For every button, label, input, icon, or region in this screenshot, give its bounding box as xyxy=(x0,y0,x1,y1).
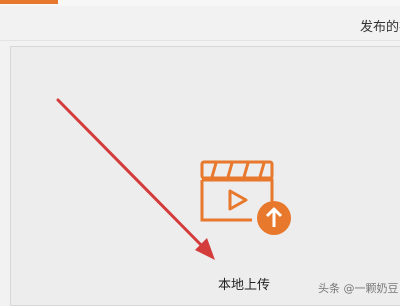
top-strip xyxy=(0,0,400,6)
video-upload-icon[interactable] xyxy=(198,158,298,238)
active-tab-indicator xyxy=(0,0,58,4)
header-divider xyxy=(0,40,400,41)
published-videos-tab[interactable]: 发布的视 xyxy=(360,16,400,35)
video-upload-icon-svg xyxy=(200,160,291,235)
local-upload-label[interactable]: 本地上传 xyxy=(218,274,270,293)
watermark: 头条 @一颗奶豆 xyxy=(318,282,399,295)
play-icon xyxy=(228,189,248,211)
